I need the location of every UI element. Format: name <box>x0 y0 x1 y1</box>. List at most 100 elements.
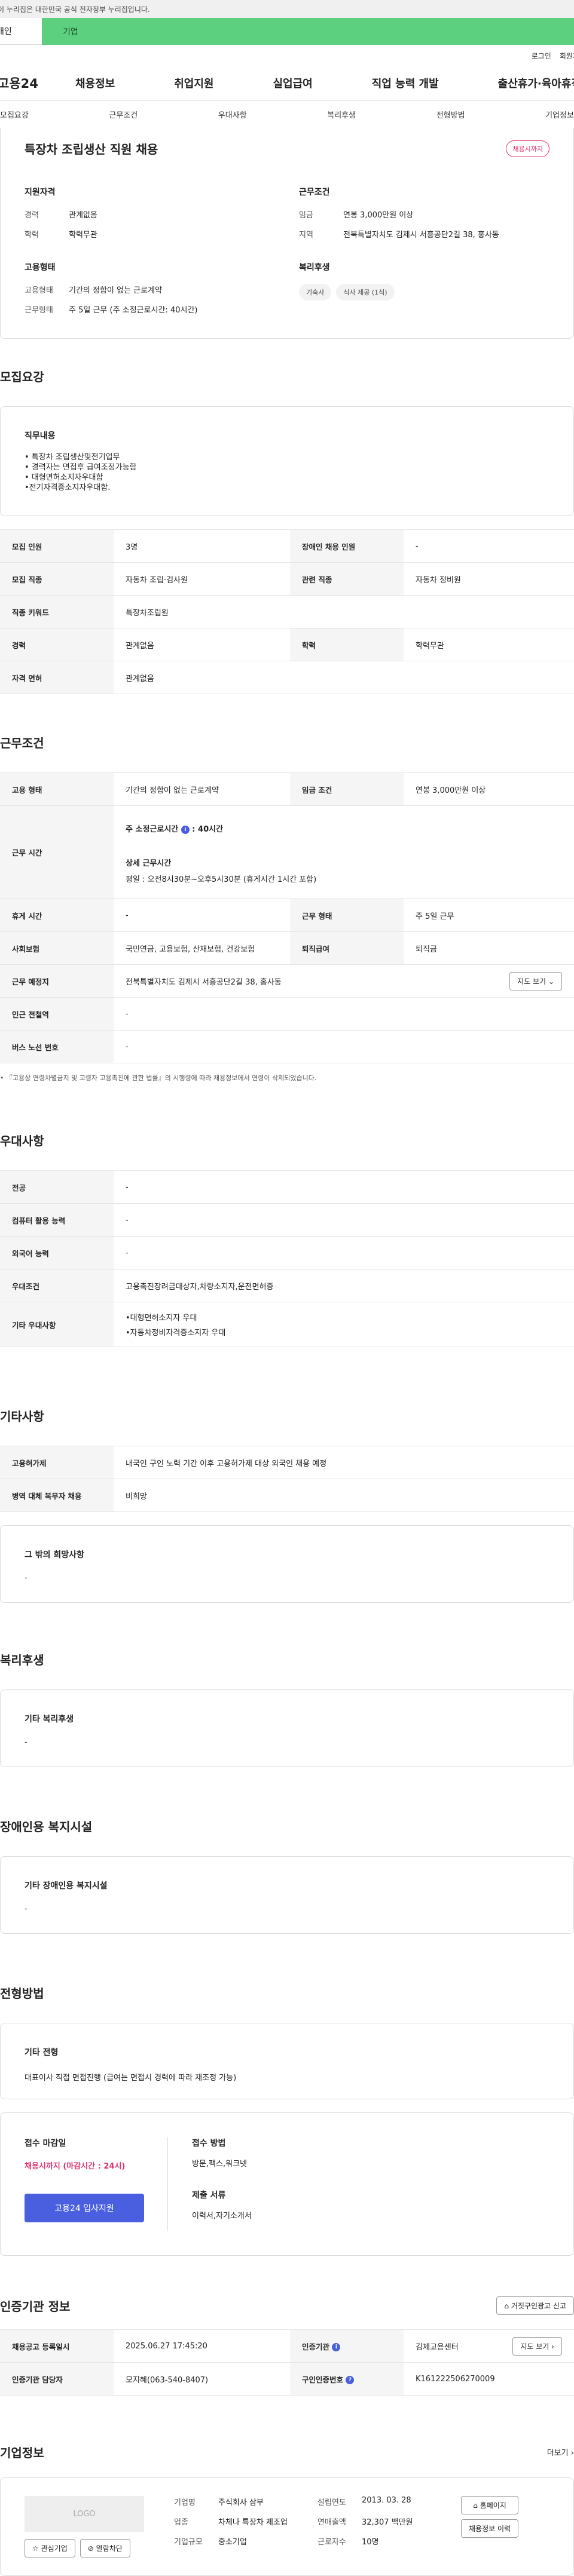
table-row: 사회보험 국민연금, 고용보험, 산재보험, 건강보험 퇴직급여 퇴직금 <box>0 931 574 965</box>
table-row: 인근 전철역 - <box>0 997 574 1031</box>
gnb-jobs[interactable]: 채용정보 <box>75 75 115 91</box>
table-row: 직종 키워드 특장차조립원 <box>0 595 574 628</box>
job-title: 특장차 조립생산 직원 채용 <box>25 142 158 157</box>
recruit-table: 모집 인원 3명 장애인 채용 인원 - 모집 직종 자동차 조립·검사원 관련 직종 자동… <box>0 529 574 694</box>
section-title: 우대사항 <box>0 1134 44 1148</box>
etc-table: 고용허가제 내국인 구인 노력 기간 이후 고용허가제 대상 외국인 채용 예정 … <box>0 1446 574 1512</box>
report-button[interactable]: ⌂ 거짓구인광고 신고 <box>496 2296 574 2315</box>
anchor-recruit[interactable]: 모집요강 <box>0 109 29 120</box>
table-row: 외국어 능력 - <box>0 1236 574 1269</box>
etc-section: 기타사항 고용허가제 내국인 구인 노력 기간 이후 고용허가제 대상 외국인 채… <box>0 1407 574 1603</box>
star-icon: ☆ <box>32 2544 39 2553</box>
section-title: 기타사항 <box>0 1409 44 1424</box>
login-link[interactable]: 로그인 <box>532 51 551 65</box>
gnb-skills[interactable]: 직업 능력 개발 <box>372 75 439 91</box>
select-section: 전형방법 기타 전형 대표이사 직접 면접진행 (급여는 면접시 경력에 따라 … <box>0 1984 574 2256</box>
table-row: 버스 노선 번호 - <box>0 1030 574 1063</box>
table-row: 모집 인원 3명 장애인 채용 인원 - <box>0 529 574 563</box>
welfare-block: 복리후생 기숙사 식사 제공 (1식) <box>299 261 549 300</box>
gnb-employment-support[interactable]: 취업지원 <box>174 75 213 91</box>
table-row: 기타 우대사항 •대형면허소지자 우대 •자동차정비자격증소지자 우대 <box>0 1302 574 1347</box>
section-title: 근무조건 <box>0 736 44 750</box>
more-link[interactable]: 더보기 › <box>547 2446 574 2458</box>
job-history-button[interactable]: 채용정보 이력 <box>461 2519 519 2538</box>
homepage-button[interactable]: ⌂ 홈페이지 <box>461 2496 519 2514</box>
info-icon[interactable]: ? <box>346 2376 355 2384</box>
table-row: 고용허가제 내국인 구인 노력 기간 이후 고용허가제 대상 외국인 채용 예정 <box>0 1446 574 1479</box>
gov-banner: 이 누리집은 대한민국 공식 전자정부 누리집입니다. <box>0 0 574 18</box>
apply-button[interactable]: 고용24 입사지원 <box>25 2194 144 2222</box>
table-row: 근무 예정지 전북특별자치도 김제시 서흥공단2길 38, 홍사동 지도 보기 ⌄ <box>0 964 574 998</box>
corp-card: LOGO ☆ 관심기업 ⊘ 열람차단 기업명 주식회사 삼부 업종 차체나 특장차 … <box>0 2477 574 2576</box>
company-logo: LOGO <box>25 2496 144 2532</box>
table-row: 우대조건 고용촉진장려금대상자,차량소지자,운전면허증 <box>0 1269 574 1302</box>
section-title: 장애인용 복지시설 <box>0 1820 93 1834</box>
anchor-welfare[interactable]: 복리후생 <box>327 109 356 120</box>
duty-box: 직무내용 • 특장차 조립생산및전기업무 • 경력자는 면접후 급여조정가능함 … <box>0 406 574 516</box>
signup-link[interactable]: 회원가입 <box>560 51 574 65</box>
home-icon: ⌂ <box>473 2501 478 2510</box>
block-button[interactable]: ⊘ 열람차단 <box>80 2539 130 2557</box>
pref-table: 전공 - 컴퓨터 활용 능력 - 외국어 능력 - 우대조건 고용촉진장려금대상자,차량… <box>0 1170 574 1347</box>
table-row: 채용공고 등록일시 2025.06.27 17:45:20 인증기관 i 김제고용센터… <box>0 2329 574 2363</box>
favorite-button[interactable]: ☆ 관심기업 <box>25 2539 75 2557</box>
employment-block: 고용형태 고용형태 기간의 정함이 없는 근로계약 근무형태 주 5일 근무 (주 … <box>25 263 198 315</box>
anchor-nav: 모집요강 근무조건 우대사항 복리후생 전형방법 기업정보 <box>0 101 574 128</box>
gnb-leave[interactable]: 출산휴가·육아휴직 <box>498 75 574 91</box>
disability-section: 장애인용 복지시설 기타 장애인용 복지시설 - <box>0 1817 574 1934</box>
util-menu: 로그인 회원가입 <box>0 45 574 65</box>
chip-dorm: 기숙사 <box>299 284 332 300</box>
anchor-work[interactable]: 근무조건 <box>109 109 138 120</box>
global-nav: 고용24 채용정보 취업지원 실업급여 직업 능력 개발 출산휴가·육아휴직 <box>0 65 574 101</box>
table-row: 고용 형태 기간의 정함이 없는 근로계약 임금 조건 연봉 3,000만원 이상 <box>0 772 574 806</box>
table-row: 근무 시간 주 소정근로시간 i : 40시간 상세 근무시간 평일 : 오전8… <box>0 805 574 899</box>
tab-company[interactable]: 기업 <box>42 18 574 45</box>
tab-personal[interactable]: 개인 <box>0 18 42 45</box>
cert-table: 채용공고 등록일시 2025.06.27 17:45:20 인증기관 i 김제고용센터… <box>0 2329 574 2396</box>
section-title: 인증기관 정보 <box>0 2299 71 2314</box>
table-row: 모집 직종 자동차 조립·검사원 관련 직종 자동차 정비원 <box>0 562 574 596</box>
apply-box: 접수 마감일 채용시까지 (마감시간 : 24시) 고용24 입사지원 접수 방… <box>0 2112 574 2256</box>
section-title: 복리후생 <box>0 1653 44 1667</box>
anchor-pref[interactable]: 우대사항 <box>218 109 247 120</box>
table-row: 경력 관계없음 학력 학력무관 <box>0 628 574 661</box>
disability-box: 기타 장애인용 복지시설 - <box>0 1856 574 1934</box>
site-logo[interactable]: 고용24 <box>0 74 75 92</box>
anchor-corp[interactable]: 기업정보 <box>545 109 574 120</box>
info-icon[interactable]: i <box>332 2343 341 2351</box>
benefit-box: 기타 복리후생 - <box>0 1689 574 1767</box>
job-summary-card: 특장차 조립생산 직원 채용 채용시까지 지원자격 경력 관계없음 학력 학력무관 … <box>0 128 574 339</box>
cert-section: 인증기관 정보 ⌂ 거짓구인광고 신고 채용공고 등록일시 2025.06.27 … <box>0 2296 574 2396</box>
section-title: 모집요강 <box>0 370 44 384</box>
condition-block: 근무조건 임금 연봉 3,000만원 이상 지역 전북특별자치도 김제시 서흥공단2… <box>299 188 499 240</box>
anchor-select[interactable]: 전형방법 <box>436 109 465 120</box>
table-row: 휴게 시간 - 근무 형태 주 5일 근무 <box>0 898 574 932</box>
chip-meal: 식사 제공 (1식) <box>336 284 395 300</box>
table-row: 컴퓨터 활용 능력 - <box>0 1203 574 1237</box>
table-row: 자격 면허 관계없음 <box>0 661 574 694</box>
select-box: 기타 전형 대표이사 직접 면접진행 (급여는 면접시 경력에 따라 재조정 가… <box>0 2023 574 2099</box>
work-section: 근무조건 고용 형태 기간의 정함이 없는 근로계약 임금 조건 연봉 3,000만원… <box>0 734 574 1082</box>
map-button[interactable]: 지도 보기 ⌄ <box>509 971 562 990</box>
hope-box: 그 밖의 희망사항 - <box>0 1525 574 1603</box>
recruit-section: 모집요강 직무내용 • 특장차 조립생산및전기업무 • 경력자는 면접후 급여조… <box>0 367 574 694</box>
section-title: 전형방법 <box>0 1986 44 2001</box>
benefit-section: 복리후생 기타 복리후생 - <box>0 1651 574 1767</box>
deadline-badge: 채용시까지 <box>506 140 549 157</box>
work-table: 고용 형태 기간의 정함이 없는 근로계약 임금 조건 연봉 3,000만원 이상 근… <box>0 772 574 1063</box>
age-note: • 『고용상 연령차별금지 및 고령자 고용촉진에 관한 법률』의 시행령에 따… <box>0 1074 317 1082</box>
section-title: 기업정보 <box>0 2446 44 2460</box>
table-row: 전공 - <box>0 1170 574 1204</box>
qualification-block: 지원자격 경력 관계없음 학력 학력무관 <box>25 188 97 240</box>
chevron-down-icon: ⌄ <box>548 977 554 986</box>
table-row: 인증기관 담당자 모지혜(063-540-8407) 구인인증번호 ? K161222… <box>0 2362 574 2396</box>
pref-section: 우대사항 전공 - 컴퓨터 활용 능력 - 외국어 능력 - 우대조건 고용촉진장려금대… <box>0 1131 574 1347</box>
table-row: 병역 대체 복무자 채용 비희망 <box>0 1479 574 1512</box>
cert-map-button[interactable]: 지도 보기 › <box>512 2336 562 2356</box>
info-icon[interactable]: i <box>181 825 190 834</box>
block-icon: ⊘ <box>87 2544 94 2553</box>
chevron-right-icon: › <box>551 2342 554 2351</box>
gnb-unemployment-benefit[interactable]: 실업급여 <box>273 75 313 91</box>
home-icon: ⌂ <box>504 2302 509 2310</box>
corp-section: 기업정보 더보기 › LOGO ☆ 관심기업 ⊘ 열람차단 기업명 주식회사 삼부… <box>0 2443 574 2576</box>
